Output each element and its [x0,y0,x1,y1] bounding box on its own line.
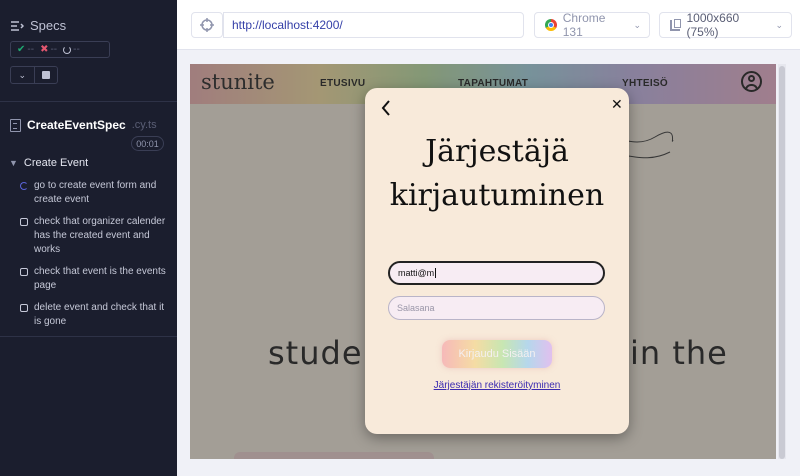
suite-title: Create Event [23,157,89,169]
viewport-info[interactable]: 1000x660 (75%) ⌄ [659,11,792,39]
running-spinner-icon [20,182,28,190]
run-controls: ⌄ [10,66,58,84]
aut-container: stunite ETUSIVU TAPAHTUMAT YHTEISÖ stude… [177,50,800,476]
test-title: check that organizer calender has the cr… [34,216,166,255]
test-item[interactable]: check that event is the events page [20,265,170,293]
spec-extension: .cy.ts [131,119,157,131]
passed-count: -- [27,44,35,55]
browser-label: Chrome 131 [562,11,606,39]
pending-count: -- [73,44,80,55]
specs-toggle[interactable]: Specs [10,18,66,33]
pending-stat: -- [63,44,80,55]
chevron-down-icon: ⌄ [633,19,641,30]
text-cursor [435,268,437,278]
organizer-login-modal: ✕ Järjestäjä kirjautuminen matti@m Salas… [365,88,629,434]
failed-count: -- [50,44,58,55]
email-value: matti@m [398,268,435,278]
queued-icon [20,218,28,226]
scrollbar-thumb[interactable] [779,66,785,459]
login-button[interactable]: Kirjaudu Sisään [442,340,552,368]
back-arrow-icon[interactable] [376,98,396,118]
chevron-down-icon: ▼ [9,158,18,168]
document-icon [10,118,21,132]
test-item[interactable]: go to create event form and create event [20,179,170,207]
close-icon[interactable]: ✕ [611,96,623,113]
spec-name: CreateEventSpec [27,118,126,132]
stop-icon [41,71,50,79]
email-field[interactable]: matti@m [388,261,605,285]
specs-label: Specs [30,18,67,33]
modal-title: Järjestäjä kirjautuminen [365,130,629,218]
register-link[interactable]: Järjestäjän rekisteröityminen [365,380,629,391]
spec-file-title: CreateEventSpec .cy.ts [10,118,157,132]
pending-spinner-icon [63,45,72,54]
failed-stat: ✖ -- [40,44,57,55]
cross-icon: ✖ [40,44,49,55]
collapse-chevron-icon[interactable]: ⌄ [11,67,34,83]
modal-title-line2: kirjautuminen [389,178,605,213]
check-icon: ✔ [17,44,26,55]
modal-title-line1: Järjestäjä [425,134,569,169]
suite-create-event[interactable]: ▼ Create Event [9,157,88,169]
cypress-sidebar: Specs ✔ -- ✖ -- -- ⌄ CreateEventSpec .cy.ts… [0,0,177,476]
test-title: go to create event form and create event [34,180,157,205]
browser-toolbar: http://localhost:4200/ Chrome 131 ⌄ 1000… [177,0,800,50]
test-item[interactable]: check that organizer calender has the cr… [20,215,170,257]
spec-timer: 00:01 [131,136,164,151]
test-stats: ✔ -- ✖ -- -- [10,41,110,58]
stop-button[interactable] [33,67,58,83]
specs-list-icon [11,20,24,31]
browser-selector[interactable]: Chrome 131 ⌄ [534,11,650,39]
password-field[interactable]: Salasana [388,296,605,320]
queued-icon [20,304,28,312]
passed-stat: ✔ -- [17,44,34,55]
app-frame: stunite ETUSIVU TAPAHTUMAT YHTEISÖ stude… [190,64,776,459]
url-field[interactable]: http://localhost:4200/ [223,12,524,38]
test-title: delete event and check that it is gone [34,302,165,327]
divider [0,101,177,102]
test-item[interactable]: delete event and check that it is gone [20,301,170,329]
viewport-label: 1000x660 (75%) [686,11,740,39]
test-list: go to create event form and create event… [20,179,170,337]
test-title: check that event is the events page [34,266,166,291]
chevron-down-icon: ⌄ [775,19,783,30]
queued-icon [20,268,28,276]
selector-playground-button[interactable] [191,12,223,38]
crosshair-icon [200,18,214,32]
divider [0,336,177,337]
chrome-icon [545,19,557,31]
viewport-icon [670,18,682,31]
